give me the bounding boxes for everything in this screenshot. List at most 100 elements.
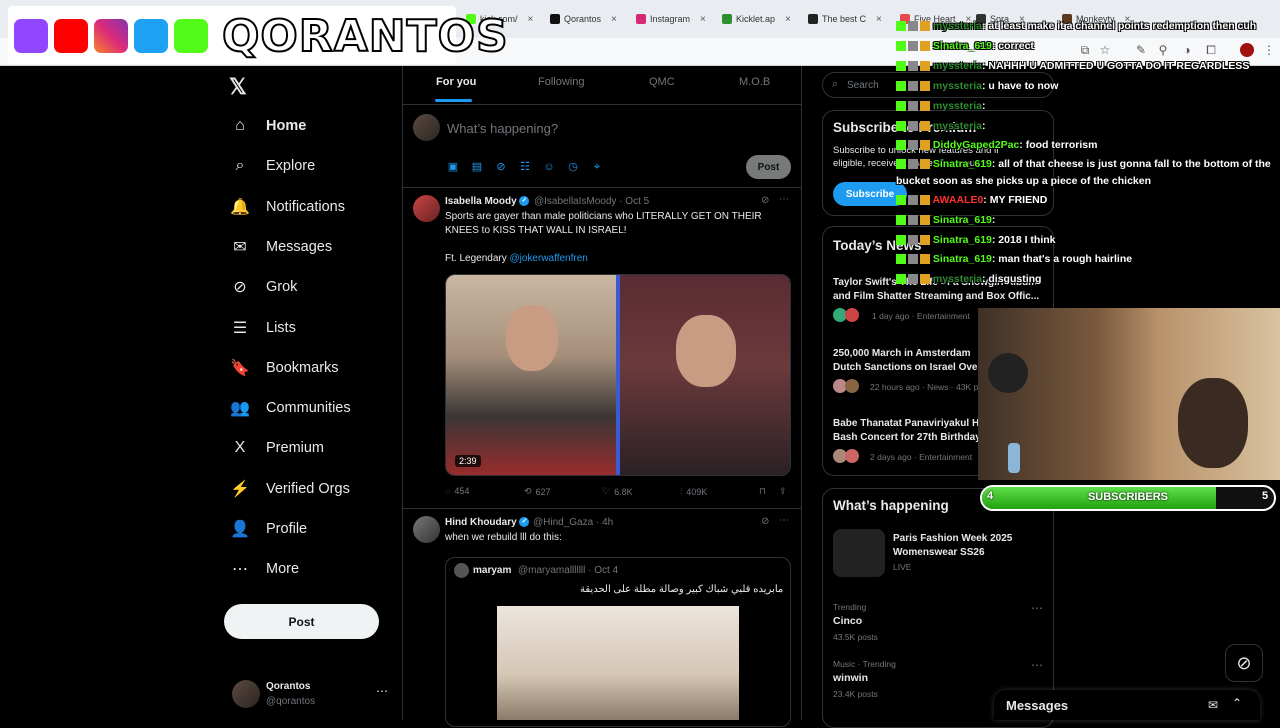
sidebar-item-explore[interactable]: ⌕ Explore — [230, 151, 316, 181]
sidebar-item-label: Lists — [266, 319, 296, 336]
news-item-meta: 2 days ago · Entertainment — [870, 452, 973, 462]
extension-icon[interactable]: ✎ — [1134, 43, 1148, 57]
avatar — [232, 680, 260, 708]
more-icon[interactable]: ⋯ — [376, 684, 388, 698]
chat-username: Sinatra_619 — [932, 253, 992, 265]
happening-title: What’s happening — [833, 498, 949, 513]
close-icon[interactable]: × — [785, 14, 791, 25]
sidebar-item-communities[interactable]: 👥 Communities — [230, 393, 351, 423]
tweet-author-name[interactable]: Hind Khoudary ✓ — [445, 517, 530, 528]
star-icon[interactable]: ☆ — [1098, 43, 1112, 57]
messages-dock[interactable]: Messages ✉ ⌃ — [994, 690, 1260, 720]
tab-qmc[interactable]: QMC — [649, 76, 675, 88]
schedule-icon[interactable]: ◷ — [566, 160, 580, 174]
x-logo-icon[interactable]: 𝕏 — [229, 74, 247, 100]
puzzle-icon[interactable]: ⧠ — [1204, 43, 1218, 57]
grok-icon: ⊘ — [233, 279, 247, 297]
more-icon[interactable]: ⋯ — [1031, 601, 1043, 615]
subscriber-goal: 5 — [1262, 490, 1269, 502]
sidebar-item-bookmarks[interactable]: 🔖 Bookmarks — [230, 353, 339, 383]
extension-icon[interactable]: ◑ — [1180, 43, 1194, 57]
chat-message: myssteria: disgusting — [896, 273, 1041, 285]
avatar[interactable] — [413, 516, 440, 543]
bookmark-icon[interactable]: ⊓ — [759, 486, 766, 497]
more-icon[interactable]: ⋯ — [779, 194, 789, 205]
close-icon[interactable]: × — [876, 14, 882, 25]
browser-tab[interactable]: Qorantos × — [550, 9, 617, 29]
close-icon[interactable]: × — [700, 14, 706, 25]
browser-tab[interactable]: Kicklet.ap × — [722, 9, 791, 29]
news-item-title[interactable]: 250,000 March in Amsterdam Dutch Sanctio… — [833, 347, 983, 375]
sidebar-item-more[interactable]: ⋯ More — [230, 554, 299, 584]
location-icon[interactable]: ⌖ — [590, 160, 604, 174]
chat-badge-icon — [896, 274, 930, 285]
chat-message: Sinatra_619: man that's a rough hairline — [896, 253, 1132, 265]
water-bottle — [1008, 443, 1020, 473]
stream-logo-text: QORANTOS — [221, 11, 509, 63]
tweet-text: when we rebuild lll do this: — [445, 532, 562, 543]
compose-post-button[interactable]: Post — [746, 155, 791, 179]
sidebar-item-lists[interactable]: ☰ Lists — [230, 313, 296, 343]
post-button[interactable]: Post — [224, 604, 379, 639]
news-item-title[interactable]: Babe Thanatat Panaviriyakul H Bash Conce… — [833, 417, 983, 445]
browser-tab[interactable]: Instagram × — [636, 9, 706, 29]
trend-name[interactable]: winwin — [833, 672, 868, 684]
grok-icon[interactable]: ⊘ — [761, 516, 769, 527]
sidebar-item-messages[interactable]: ✉ Messages — [230, 232, 332, 262]
mention-link[interactable]: @jokerwaffenfren — [509, 253, 587, 264]
tweet-author-handle[interactable]: @IsabellaIsMoody · Oct 5 — [534, 196, 649, 207]
browser-tab[interactable]: The best C × — [808, 9, 882, 29]
image-icon[interactable]: ▣ — [446, 160, 460, 174]
new-message-icon[interactable]: ✉ — [1208, 698, 1218, 712]
profile-avatar-icon[interactable] — [1240, 43, 1254, 57]
tweet-author-name[interactable]: Isabella Moody ✓ — [445, 196, 530, 207]
subscriber-goal-label: SUBSCRIBERS — [1087, 491, 1169, 503]
grok-icon[interactable]: ⊘ — [1225, 644, 1263, 682]
tweet-author-handle[interactable]: @Hind_Gaza · 4h — [533, 517, 613, 528]
chat-badge-icon — [896, 159, 930, 170]
home-icon: ⌂ — [235, 117, 245, 134]
like-button[interactable]: ♡ 6.8K — [602, 486, 633, 497]
sidebar-item-premium[interactable]: X Premium — [230, 433, 324, 463]
compose-input[interactable]: What’s happening? — [447, 121, 558, 136]
tab-following[interactable]: Following — [538, 76, 584, 88]
grok-icon[interactable]: ⊘ — [761, 195, 769, 206]
account-switcher[interactable]: Qorantos @qorantos ⋯ — [230, 678, 400, 712]
tab-for-you[interactable]: For you — [436, 76, 476, 88]
event-thumbnail[interactable] — [833, 529, 885, 577]
sidebar-item-grok[interactable]: ⊘ Grok — [230, 272, 297, 302]
share-icon[interactable]: ⇪ — [779, 486, 787, 497]
poll-icon[interactable]: ☷ — [518, 160, 532, 174]
tweet-video[interactable] — [445, 274, 791, 476]
more-icon[interactable]: ⋯ — [1031, 658, 1043, 672]
repost-button[interactable]: ⟲ 627 — [524, 486, 551, 497]
reply-button[interactable]: ◌ 454 — [445, 486, 469, 496]
chat-message: Sinatra_619: — [896, 214, 995, 226]
quote-image[interactable] — [497, 606, 739, 720]
chat-badge-icon — [896, 21, 930, 32]
sidebar-item-home[interactable]: ⌂ Home — [230, 111, 306, 141]
sidebar-item-label: More — [266, 561, 300, 578]
chat-username: myssteria — [932, 273, 982, 285]
close-icon[interactable]: × — [611, 14, 617, 25]
event-title[interactable]: Paris Fashion Week 2025 Womenswear SS26 — [893, 532, 1033, 560]
sidebar-item-verified-orgs[interactable]: ⚡ Verified Orgs — [230, 474, 350, 504]
menu-kebab-icon[interactable]: ⋮ — [1262, 43, 1276, 57]
emoji-icon[interactable]: ☺ — [542, 160, 556, 174]
close-icon[interactable]: × — [528, 14, 534, 25]
sidebar-item-notifications[interactable]: 🔔 Notifications — [230, 192, 345, 222]
gif-icon[interactable]: ▤ — [470, 160, 484, 174]
trend-name[interactable]: Cinco — [833, 615, 862, 627]
more-icon[interactable]: ⋯ — [779, 515, 789, 526]
cast-icon[interactable]: ⧉ — [1078, 43, 1092, 57]
grok-icon[interactable]: ⊘ — [494, 160, 508, 174]
divider — [403, 104, 801, 105]
sidebar-item-profile[interactable]: 👤 Profile — [230, 514, 307, 544]
avatar[interactable] — [413, 195, 440, 222]
chat-message: Sinatra_619: correct — [896, 40, 1034, 52]
views-button[interactable]: ⫶ 409K — [680, 486, 707, 497]
tab-mob[interactable]: M.O.B — [739, 76, 770, 88]
chevron-up-icon[interactable]: ⌃ — [1232, 696, 1242, 710]
chat-badge-icon — [896, 235, 930, 246]
extension-icon[interactable]: ⚲ — [1156, 43, 1170, 57]
